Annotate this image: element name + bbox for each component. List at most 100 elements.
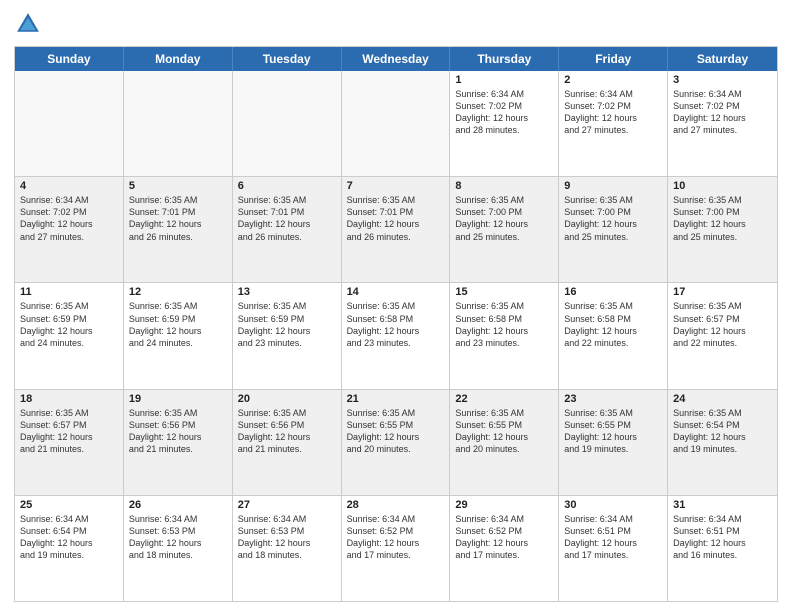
header [14, 10, 778, 38]
logo-icon [14, 10, 42, 38]
cell-text: Sunrise: 6:35 AM Sunset: 6:59 PM Dayligh… [238, 300, 336, 349]
day-number: 28 [347, 499, 445, 511]
calendar-cell: 19 Sunrise: 6:35 AM Sunset: 6:56 PM Dayli… [124, 390, 233, 495]
cell-text: Sunrise: 6:35 AM Sunset: 7:00 PM Dayligh… [455, 194, 553, 243]
logo [14, 10, 46, 38]
day-number: 19 [129, 393, 227, 405]
day-number: 4 [20, 180, 118, 192]
calendar-cell: 1 Sunrise: 6:34 AM Sunset: 7:02 PM Daylig… [450, 71, 559, 176]
cell-text: Sunrise: 6:35 AM Sunset: 7:01 PM Dayligh… [347, 194, 445, 243]
day-number: 13 [238, 286, 336, 298]
calendar-cell: 2Sunrise: 6:34 AM Sunset: 7:02 PM Daylig… [559, 71, 668, 176]
calendar-cell: 30 Sunrise: 6:34 AM Sunset: 6:51 PM Dayli… [559, 496, 668, 601]
cell-text: Sunrise: 6:35 AM Sunset: 6:55 PM Dayligh… [455, 407, 553, 456]
calendar-cell: 11Sunrise: 6:35 AM Sunset: 6:59 PM Dayli… [15, 283, 124, 388]
cell-text: Sunrise: 6:34 AM Sunset: 6:53 PM Dayligh… [238, 513, 336, 562]
calendar-cell: 29 Sunrise: 6:34 AM Sunset: 6:52 PM Dayli… [450, 496, 559, 601]
calendar-cell: 3Sunrise: 6:34 AM Sunset: 7:02 PM Daylig… [668, 71, 777, 176]
calendar-cell: 17 Sunrise: 6:35 AM Sunset: 6:57 PM Dayli… [668, 283, 777, 388]
calendar-row: 11 Sunrise: 6:35 AM Sunset: 6:59 PM Dayli… [15, 283, 777, 389]
cell-text: Sunrise: 6:34 AM Sunset: 6:52 PM Dayligh… [347, 513, 445, 562]
cell-text: Sunrise: 6:34 AM Sunset: 7:02 PM Dayligh… [564, 88, 662, 137]
day-number: 22 [455, 393, 553, 405]
cell-text: Sunrise: 6:35 AM Sunset: 6:58 PM Dayligh… [564, 300, 662, 349]
cell-text: Sunrise: 6:35 AM Sunset: 6:56 PM Dayligh… [238, 407, 336, 456]
cell-text: Sunrise: 6:35 AM Sunset: 6:56 PM Dayligh… [129, 407, 227, 456]
weekday-header: Wednesday [342, 47, 451, 71]
calendar-cell: 9 Sunrise: 6:35 AM Sunset: 7:00 PM Daylig… [559, 177, 668, 282]
cell-text: Sunrise: 6:35 AM Sunset: 6:58 PM Dayligh… [455, 300, 553, 349]
day-number: 29 [455, 499, 553, 511]
cell-text: Sunrise: 6:34 AM Sunset: 6:51 PM Dayligh… [564, 513, 662, 562]
day-number: 5 [129, 180, 227, 192]
calendar-cell: 10Sunrise: 6:35 AM Sunset: 7:00 PM Dayli… [668, 177, 777, 282]
day-number: 7 [347, 180, 445, 192]
calendar-cell: 23 Sunrise: 6:35 AM Sunset: 6:55 PM Dayli… [559, 390, 668, 495]
calendar-cell: 5 Sunrise: 6:35 AM Sunset: 7:01 PM Daylig… [124, 177, 233, 282]
day-number: 15 [455, 286, 553, 298]
day-number: 9 [564, 180, 662, 192]
weekday-header: Monday [124, 47, 233, 71]
calendar-cell: 20 Sunrise: 6:35 AM Sunset: 6:56 PM Dayli… [233, 390, 342, 495]
day-number: 17 [673, 286, 772, 298]
calendar-cell [233, 71, 342, 176]
calendar-row: 1 Sunrise: 6:34 AM Sunset: 7:02 PM Daylig… [15, 71, 777, 177]
day-number: 23 [564, 393, 662, 405]
day-number: 25 [20, 499, 118, 511]
cell-text: Sunrise: 6:35 AM Sunset: 6:55 PM Dayligh… [564, 407, 662, 456]
calendar-cell [15, 71, 124, 176]
calendar-cell: 14 Sunrise: 6:35 AM Sunset: 6:58 PM Dayli… [342, 283, 451, 388]
cell-text: Sunrise: 6:35 AM Sunset: 7:01 PM Dayligh… [129, 194, 227, 243]
calendar-cell: 27 Sunrise: 6:34 AM Sunset: 6:53 PM Dayli… [233, 496, 342, 601]
cell-text: Sunrise: 6:34 AM Sunset: 6:53 PM Dayligh… [129, 513, 227, 562]
day-number: 10 [673, 180, 772, 192]
calendar-body: 1 Sunrise: 6:34 AM Sunset: 7:02 PM Daylig… [15, 71, 777, 601]
weekday-header: Tuesday [233, 47, 342, 71]
weekday-header: Saturday [668, 47, 777, 71]
cell-text: Sunrise: 6:35 AM Sunset: 6:59 PM Dayligh… [129, 300, 227, 349]
day-number: 21 [347, 393, 445, 405]
day-number: 3 [673, 74, 772, 86]
calendar-cell: 6 Sunrise: 6:35 AM Sunset: 7:01 PM Daylig… [233, 177, 342, 282]
page: SundayMondayTuesdayWednesdayThursdayFrid… [0, 0, 792, 612]
cell-text: Sunrise: 6:35 AM Sunset: 7:01 PM Dayligh… [238, 194, 336, 243]
calendar-row: 25Sunrise: 6:34 AM Sunset: 6:54 PM Dayli… [15, 496, 777, 601]
day-number: 11 [20, 286, 118, 298]
calendar-cell [342, 71, 451, 176]
day-number: 16 [564, 286, 662, 298]
calendar-cell: 22 Sunrise: 6:35 AM Sunset: 6:55 PM Dayli… [450, 390, 559, 495]
day-number: 6 [238, 180, 336, 192]
calendar-cell: 28 Sunrise: 6:34 AM Sunset: 6:52 PM Dayli… [342, 496, 451, 601]
day-number: 26 [129, 499, 227, 511]
cell-text: Sunrise: 6:34 AM Sunset: 7:02 PM Dayligh… [455, 88, 553, 137]
day-number: 20 [238, 393, 336, 405]
day-number: 24 [673, 393, 772, 405]
weekday-header: Friday [559, 47, 668, 71]
weekday-header: Sunday [15, 47, 124, 71]
cell-text: Sunrise: 6:35 AM Sunset: 6:54 PM Dayligh… [673, 407, 772, 456]
calendar: SundayMondayTuesdayWednesdayThursdayFrid… [14, 46, 778, 602]
weekday-header: Thursday [450, 47, 559, 71]
calendar-cell: 16 Sunrise: 6:35 AM Sunset: 6:58 PM Dayli… [559, 283, 668, 388]
calendar-cell: 8 Sunrise: 6:35 AM Sunset: 7:00 PM Daylig… [450, 177, 559, 282]
calendar-cell: 26 Sunrise: 6:34 AM Sunset: 6:53 PM Dayli… [124, 496, 233, 601]
cell-text: Sunrise: 6:34 AM Sunset: 6:52 PM Dayligh… [455, 513, 553, 562]
calendar-cell [124, 71, 233, 176]
day-number: 18 [20, 393, 118, 405]
day-number: 8 [455, 180, 553, 192]
calendar-cell: 7 Sunrise: 6:35 AM Sunset: 7:01 PM Daylig… [342, 177, 451, 282]
day-number: 30 [564, 499, 662, 511]
calendar-cell: 24 Sunrise: 6:35 AM Sunset: 6:54 PM Dayli… [668, 390, 777, 495]
day-number: 27 [238, 499, 336, 511]
cell-text: Sunrise: 6:35 AM Sunset: 6:57 PM Dayligh… [673, 300, 772, 349]
calendar-cell: 4 Sunrise: 6:34 AM Sunset: 7:02 PM Daylig… [15, 177, 124, 282]
cell-text: Sunrise: 6:35 AM Sunset: 6:58 PM Dayligh… [347, 300, 445, 349]
cell-text: Sunrise: 6:34 AM Sunset: 7:02 PM Dayligh… [20, 194, 118, 243]
calendar-cell: 25Sunrise: 6:34 AM Sunset: 6:54 PM Dayli… [15, 496, 124, 601]
calendar-row: 18Sunrise: 6:35 AM Sunset: 6:57 PM Dayli… [15, 390, 777, 496]
calendar-cell: 13 Sunrise: 6:35 AM Sunset: 6:59 PM Dayli… [233, 283, 342, 388]
day-number: 1 [455, 74, 553, 86]
cell-text: Sunrise: 6:35 AM Sunset: 7:00 PM Dayligh… [564, 194, 662, 243]
day-number: 14 [347, 286, 445, 298]
calendar-row: 4 Sunrise: 6:34 AM Sunset: 7:02 PM Daylig… [15, 177, 777, 283]
